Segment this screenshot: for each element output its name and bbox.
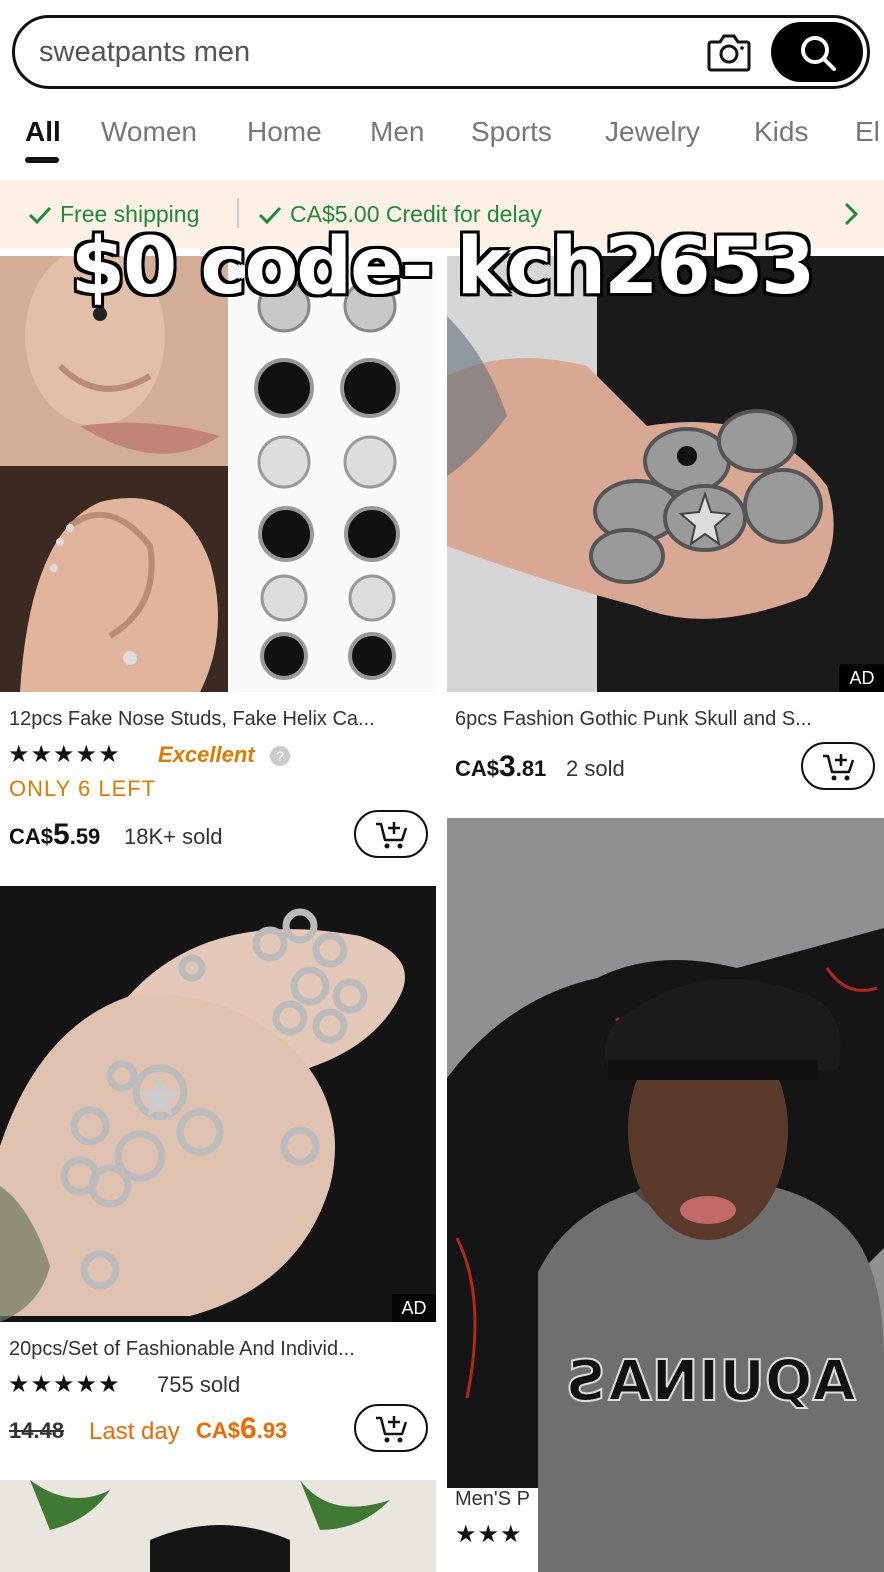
tab-women[interactable]: Women — [101, 116, 197, 148]
add-to-cart-button[interactable] — [354, 810, 428, 858]
product-title[interactable]: 6pcs Fashion Gothic Punk Skull and S... — [455, 708, 875, 731]
product-image-partial[interactable] — [0, 1480, 436, 1572]
price-decimal: .93 — [256, 1418, 288, 1443]
rating-stars: ★★★★★ — [8, 1371, 121, 1398]
tab-kids[interactable]: Kids — [754, 116, 808, 148]
original-price: 14.48 — [9, 1418, 65, 1443]
product-price: CA$3.81 — [455, 750, 546, 784]
rating-stars: ★★★ — [455, 1521, 523, 1548]
camera-icon[interactable] — [707, 32, 751, 72]
deal-label: Last day — [89, 1418, 180, 1445]
product-image-nose-studs[interactable] — [0, 256, 436, 692]
product-title[interactable]: Men'S P — [455, 1488, 539, 1511]
rating-stars: ★★★★★ — [8, 741, 121, 768]
help-icon[interactable]: ? — [270, 746, 290, 766]
product-title[interactable]: 12pcs Fake Nose Studs, Fake Helix Ca... — [9, 708, 429, 731]
price-decimal: .81 — [515, 756, 547, 781]
tab-men[interactable]: Men — [370, 116, 424, 148]
stock-note: ONLY 6 LEFT — [9, 776, 157, 801]
cart-plus-icon — [823, 754, 855, 781]
sold-count: 755 sold — [157, 1372, 241, 1397]
tab-jewelry[interactable]: Jewelry — [605, 116, 700, 148]
sold-count: 18K+ sold — [124, 824, 223, 849]
sold-count: 2 sold — [566, 756, 625, 781]
add-to-cart-button[interactable] — [354, 1404, 428, 1452]
product-title[interactable]: 20pcs/Set of Fashionable And Individ... — [9, 1338, 429, 1361]
ad-badge: AD — [840, 664, 884, 692]
price-integer: 6 — [240, 1412, 257, 1445]
price-currency: CA$ — [196, 1418, 241, 1443]
tab-home[interactable]: Home — [247, 116, 322, 148]
cart-plus-icon — [376, 822, 408, 849]
category-tabs: All Women Home Men Sports Jewelry Kids E… — [0, 108, 884, 168]
add-to-cart-button[interactable] — [801, 742, 875, 790]
price-integer: 3 — [499, 750, 516, 783]
ad-badge: AD — [392, 1294, 436, 1322]
search-bar[interactable]: sweatpants men — [12, 15, 870, 89]
search-button[interactable] — [771, 22, 863, 82]
search-input[interactable]: sweatpants men — [39, 18, 250, 86]
product-price: CA$5.59 — [9, 818, 100, 852]
video-caption-overlay: $0 code- kch2653 — [70, 222, 816, 312]
price-currency: CA$ — [455, 756, 500, 781]
tab-all[interactable]: All — [25, 116, 61, 148]
tab-sports[interactable]: Sports — [471, 116, 552, 148]
product-image-punk-rings[interactable]: AD — [447, 256, 884, 692]
tab-electronics[interactable]: El — [855, 116, 880, 148]
search-icon — [801, 36, 836, 71]
creator-video-overlay: ƧAИIUQA — [538, 960, 884, 1572]
rating-label: Excellent — [158, 742, 255, 767]
sale-price: CA$6.93 — [196, 1412, 287, 1446]
price-currency: CA$ — [9, 824, 54, 849]
cart-plus-icon — [376, 1416, 408, 1443]
product-image-ring-set[interactable]: AD — [0, 886, 436, 1322]
price-integer: 5 — [53, 818, 70, 851]
svg-text:ƧAИIUQA: ƧAИIUQA — [568, 1349, 856, 1414]
active-tab-indicator — [25, 157, 59, 163]
price-decimal: .59 — [69, 824, 101, 849]
